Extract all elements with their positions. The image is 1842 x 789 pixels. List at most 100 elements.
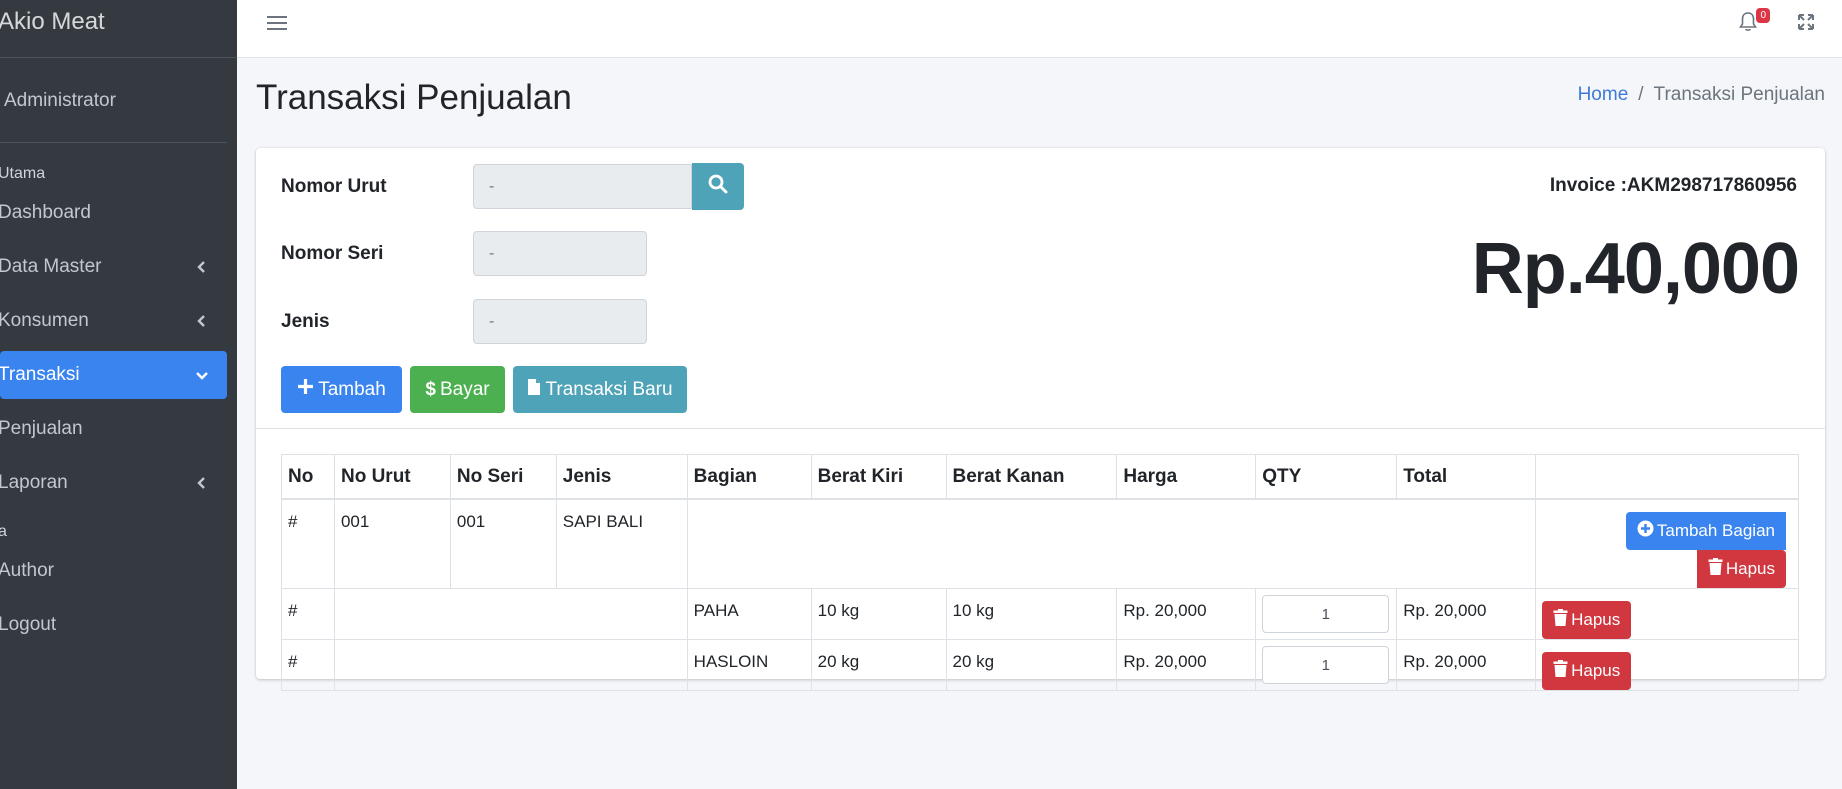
cell-no-urut: 001 <box>333 498 451 589</box>
menu-toggle-icon[interactable] <box>267 13 287 31</box>
transaksi-baru-button[interactable]: Transaksi Baru <box>513 366 687 413</box>
items-table: No No Urut No Seri Jenis Bagian Berat Ki… <box>281 454 1799 691</box>
chevron-left-icon <box>195 314 209 328</box>
column-header <box>1535 454 1799 500</box>
cell-no: # <box>281 588 335 640</box>
column-header: Berat Kanan <box>945 454 1118 500</box>
cell-no-seri: 001 <box>449 498 557 589</box>
cell-bagian: PAHA <box>686 588 812 640</box>
sidebar-item-dashboard[interactable]: Dashboard <box>0 189 227 237</box>
trash-icon <box>1553 660 1571 682</box>
table-row-group: # 001 001 SAPI BALI Tambah Bagian Hapus <box>281 498 1799 589</box>
sidebar-item-label: Dashboard <box>0 202 91 223</box>
nomor-seri-row: Nomor Seri <box>281 231 647 276</box>
cell-qty <box>1255 639 1398 691</box>
cell-actions: Hapus <box>1535 639 1799 691</box>
sidebar-item-label: Author <box>0 560 54 581</box>
cell-berat-kiri: 20 kg <box>810 639 947 691</box>
sidebar-item-author[interactable]: Author <box>0 547 227 595</box>
chevron-left-icon <box>195 476 209 490</box>
hapus-button[interactable]: Hapus <box>1696 550 1786 588</box>
breadcrumb: Home / Transaksi Penjualan <box>1578 84 1825 106</box>
cell-empty <box>333 588 688 640</box>
cell-berat-kiri: 10 kg <box>810 588 947 640</box>
page-title: Transaksi Penjualan <box>256 78 572 117</box>
notification-badge: 0 <box>1756 8 1770 23</box>
chevron-left-icon <box>195 260 209 274</box>
user-panel[interactable]: Administrator <box>0 58 227 143</box>
hapus-button[interactable]: Hapus <box>1542 652 1632 690</box>
brand-link[interactable]: Akio Meat <box>0 0 237 58</box>
breadcrumb-home-link[interactable]: Home <box>1578 84 1629 105</box>
transaction-card: Nomor Urut Nomor Seri Jenis Invoice :AKM… <box>256 148 1825 691</box>
sidebar-item-label: Logout <box>0 614 57 635</box>
grand-total: Rp.40,000 <box>1471 229 1800 309</box>
hapus-label: Hapus <box>1725 559 1775 578</box>
jenis-input[interactable] <box>473 299 647 344</box>
sidebar-item-label: Penjualan <box>0 418 83 439</box>
plus-circle-icon <box>1637 520 1657 542</box>
cell-actions: Tambah Bagian Hapus <box>1535 498 1799 589</box>
cell-harga: Rp. 20,000 <box>1116 639 1257 691</box>
cell-empty <box>686 498 1537 589</box>
bayar-button[interactable]: $ Bayar <box>410 366 505 413</box>
search-button[interactable] <box>692 163 744 210</box>
sidebar-item-laporan[interactable]: Laporan <box>0 459 227 507</box>
tambah-bagian-label: Tambah Bagian <box>1656 521 1775 540</box>
cell-berat-kanan: 10 kg <box>945 588 1118 640</box>
hapus-button[interactable]: Hapus <box>1542 601 1632 639</box>
nomor-urut-label: Nomor Urut <box>281 175 387 197</box>
tambah-bagian-button[interactable]: Tambah Bagian <box>1625 512 1786 550</box>
cell-actions: Hapus <box>1535 588 1799 640</box>
sidebar-item-label: Konsumen <box>0 310 89 331</box>
invoice-label: Invoice : <box>1549 175 1627 196</box>
invoice-value: AKM298717860956 <box>1626 175 1797 196</box>
chevron-down-icon <box>195 368 209 382</box>
sidebar-item-konsumen[interactable]: Konsumen <box>0 297 227 345</box>
column-header: Jenis <box>555 454 688 500</box>
sidebar-item-transaksi[interactable]: Transaksi <box>0 351 227 399</box>
sidebar-item-data-master[interactable]: Data Master <box>0 243 227 291</box>
cell-harga: Rp. 20,000 <box>1116 588 1257 640</box>
sidebar-item-label: Laporan <box>0 472 68 493</box>
sidebar-item-label: Transaksi <box>0 364 80 385</box>
qty-input[interactable] <box>1262 595 1390 633</box>
hapus-label: Hapus <box>1571 610 1621 629</box>
sidebar-item-penjualan[interactable]: Penjualan <box>0 405 227 453</box>
column-header: Total <box>1396 454 1537 500</box>
column-header: Bagian <box>686 454 812 500</box>
breadcrumb-separator: / <box>1638 84 1644 105</box>
cell-no: # <box>281 498 335 589</box>
cell-qty <box>1255 588 1398 640</box>
file-icon <box>527 378 545 402</box>
tambah-button[interactable]: Tambah <box>281 366 402 413</box>
plus-icon <box>297 378 318 401</box>
column-header: No Urut <box>333 454 451 500</box>
table-header-row: No No Urut No Seri Jenis Bagian Berat Ki… <box>281 454 1799 500</box>
nomor-urut-input[interactable] <box>473 164 692 209</box>
bayar-label: Bayar <box>439 378 490 400</box>
nav-header-other: a <box>0 523 7 540</box>
breadcrumb-current: Transaksi Penjualan <box>1653 84 1825 105</box>
nomor-urut-row: Nomor Urut <box>281 163 744 210</box>
hapus-label: Hapus <box>1571 661 1621 680</box>
nav-header-utama: Utama <box>0 165 46 182</box>
nomor-seri-input[interactable] <box>473 231 647 276</box>
column-header: QTY <box>1255 454 1398 500</box>
cell-jenis: SAPI BALI <box>555 498 688 589</box>
cell-total: Rp. 20,000 <box>1396 588 1537 640</box>
top-navbar: 0 <box>237 0 1842 58</box>
sidebar-item-logout[interactable]: Logout <box>0 601 227 649</box>
table-row: # PAHA 10 kg 10 kg Rp. 20,000 Rp. 20,000… <box>281 588 1799 640</box>
nomor-seri-label: Nomor Seri <box>281 242 384 264</box>
cell-berat-kanan: 20 kg <box>945 639 1118 691</box>
jenis-row: Jenis <box>281 299 647 344</box>
invoice-number: Invoice :AKM298717860956 <box>1550 175 1797 197</box>
search-icon <box>708 174 728 199</box>
trash-icon <box>1553 609 1571 631</box>
qty-input[interactable] <box>1262 646 1390 684</box>
fullscreen-icon[interactable] <box>1796 12 1816 32</box>
user-name: Administrator <box>4 90 116 111</box>
card-divider <box>256 428 1825 429</box>
column-header: No Seri <box>449 454 557 500</box>
